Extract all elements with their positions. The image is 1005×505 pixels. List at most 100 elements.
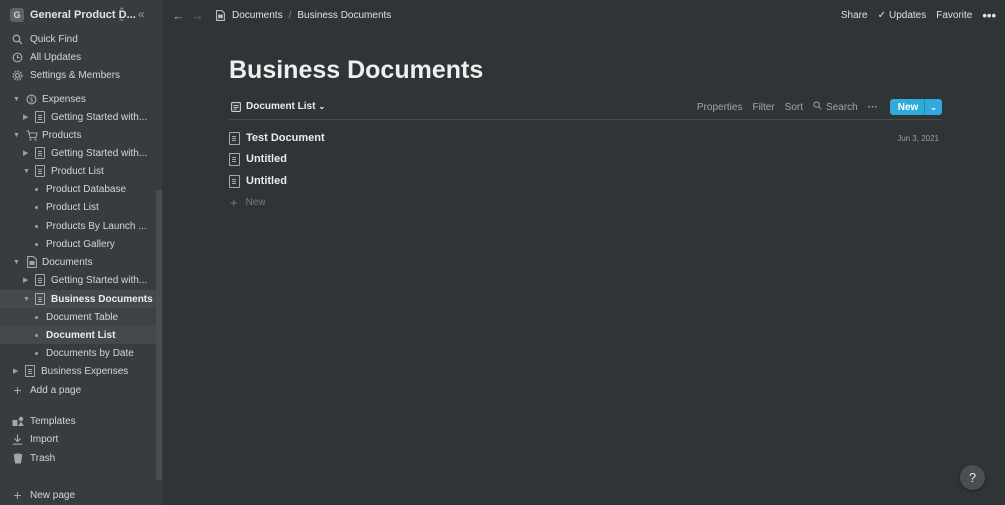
breadcrumb-separator: / <box>288 9 292 21</box>
expand-triangle-icon[interactable]: ▼ <box>13 96 21 103</box>
page-title: Business Documents <box>229 56 484 84</box>
more-options-icon[interactable]: ••• <box>982 8 996 23</box>
sidebar-item-business-expenses[interactable]: ▶ Business Expenses <box>0 362 156 380</box>
sidebar-item-label: Expenses <box>42 93 86 105</box>
breadcrumb-business-documents[interactable]: Business Documents <box>297 10 391 21</box>
sidebar-item-label: Products <box>42 129 82 141</box>
sidebar-item-products-by-launch[interactable]: Products By Launch ... <box>0 217 156 235</box>
bullet-icon <box>35 187 38 191</box>
sidebar-item-label: Product Database <box>46 183 127 195</box>
add-page-label: Add a page <box>30 384 82 396</box>
sidebar-item-document-list[interactable]: Document List <box>0 326 156 344</box>
sidebar-item-label: Getting Started with... <box>51 111 148 123</box>
sidebar-item-label: Product Gallery <box>46 238 115 250</box>
updates-button[interactable]: Updates <box>889 10 926 21</box>
sidebar-item-label: Document Table <box>46 311 119 323</box>
sidebar-item-documents-by-date[interactable]: Documents by Date <box>0 344 156 362</box>
bullet-icon <box>35 205 38 209</box>
sort-button[interactable]: Sort <box>785 102 803 113</box>
sidebar-all-updates[interactable]: All Updates <box>0 48 156 66</box>
templates-icon <box>11 415 24 428</box>
sidebar-item-product-database[interactable]: Product Database <box>0 180 156 198</box>
list-item-title: Test Document <box>246 132 325 144</box>
bullet-icon <box>35 315 38 319</box>
sidebar-item-expenses[interactable]: ▼ $ Expenses <box>0 90 156 108</box>
expand-triangle-icon[interactable]: ▼ <box>23 296 31 303</box>
sidebar-scrollbar[interactable] <box>156 190 162 480</box>
page-icon <box>35 274 45 286</box>
sidebar-item-product-list-view[interactable]: Product List <box>0 198 156 216</box>
sidebar-trash[interactable]: Trash <box>0 449 156 467</box>
workspace-logo: G <box>10 8 24 22</box>
properties-button[interactable]: Properties <box>697 102 743 113</box>
sidebar-item-document-table[interactable]: Document Table <box>0 308 156 326</box>
plus-icon: + <box>230 195 238 210</box>
sidebar-quick-find-label: Quick Find <box>30 33 78 45</box>
new-page-button[interactable]: + New page <box>0 486 156 504</box>
new-page-label: New page <box>30 489 76 501</box>
more-icon[interactable]: ··· <box>868 102 878 113</box>
add-page-button[interactable]: + Add a page <box>0 381 156 399</box>
search-button[interactable]: Search <box>826 102 858 113</box>
page-icon <box>229 174 240 188</box>
sidebar-quick-find[interactable]: Quick Find <box>0 30 156 48</box>
sidebar-templates-label: Templates <box>30 415 76 427</box>
list-item[interactable]: Test Document Jun 3, 2021 <box>229 128 942 148</box>
expand-triangle-icon[interactable]: ▼ <box>23 168 31 175</box>
sidebar-templates[interactable]: Templates <box>0 412 156 430</box>
forward-arrow-icon[interactable]: → <box>191 8 204 23</box>
list-item-date: Jun 3, 2021 <box>897 133 939 143</box>
sidebar-item-business-documents[interactable]: ▼ Business Documents <box>0 290 156 308</box>
list-item[interactable]: Untitled <box>229 149 942 169</box>
sidebar-item-getting-started-documents[interactable]: ▶ Getting Started with... <box>0 271 156 289</box>
list-item-title: Untitled <box>246 175 287 187</box>
expand-triangle-icon[interactable]: ▼ <box>13 259 21 266</box>
sidebar-item-label: Product List <box>51 165 104 177</box>
expand-triangle-icon[interactable]: ▼ <box>13 132 21 139</box>
back-arrow-icon[interactable]: ← <box>172 8 185 23</box>
filter-button[interactable]: Filter <box>752 102 774 113</box>
sidebar-item-product-list[interactable]: ▼ Product List <box>0 162 156 180</box>
search-icon[interactable] <box>813 101 822 113</box>
page-icon <box>229 131 240 145</box>
bullet-icon <box>35 333 38 337</box>
sidebar-import[interactable]: Import <box>0 430 156 448</box>
bullet-icon <box>35 242 38 246</box>
check-icon: ✓ <box>877 9 886 21</box>
sidebar-item-label: Getting Started with... <box>51 147 148 159</box>
list-item-title: Untitled <box>246 153 287 165</box>
expand-triangle-icon[interactable]: ▶ <box>23 276 31 284</box>
sidebar-item-products[interactable]: ▼ Products <box>0 126 156 144</box>
sidebar-item-documents[interactable]: ▼ Documents <box>0 253 156 271</box>
bullet-icon <box>35 351 38 355</box>
database-view-bar: Document List ⌄ Properties Filter Sort S… <box>229 96 942 120</box>
favorite-button[interactable]: Favorite <box>936 10 972 21</box>
help-button[interactable]: ? <box>960 465 985 490</box>
expand-triangle-icon[interactable]: ▶ <box>23 149 31 157</box>
sidebar-item-label: Product List <box>46 201 99 213</box>
page-icon <box>35 111 45 123</box>
sidebar-item-product-gallery[interactable]: Product Gallery <box>0 235 156 253</box>
view-selector[interactable]: Document List ⌄ <box>229 100 325 113</box>
sidebar-item-getting-started-products[interactable]: ▶ Getting Started with... <box>0 144 156 162</box>
sidebar-item-label: Business Documents <box>51 293 153 305</box>
sidebar-settings[interactable]: Settings & Members <box>0 66 156 84</box>
page-icon <box>35 147 45 159</box>
plus-icon: + <box>13 382 22 398</box>
expand-triangle-icon[interactable]: ▶ <box>13 367 21 375</box>
page-icon <box>35 165 45 177</box>
view-name: Document List <box>246 101 316 112</box>
page-icon <box>25 365 35 377</box>
chevron-down-icon[interactable]: ⌄ <box>924 99 942 115</box>
breadcrumb-documents[interactable]: Documents <box>232 10 283 21</box>
share-button[interactable]: Share <box>841 10 868 21</box>
expand-triangle-icon[interactable]: ▶ <box>23 113 31 121</box>
sidebar-item-getting-started-expenses[interactable]: ▶ Getting Started with... <box>0 108 156 126</box>
collapse-sidebar-icon[interactable]: « <box>138 7 145 21</box>
list-item[interactable]: Untitled <box>229 171 942 191</box>
add-new-row[interactable]: + New <box>230 195 266 210</box>
switch-workspace-icon[interactable]: ⌃ ⌄ <box>118 7 126 23</box>
bullet-icon <box>35 224 38 228</box>
new-button[interactable]: New ⌄ <box>889 99 942 115</box>
sidebar-item-label: Getting Started with... <box>51 274 148 286</box>
